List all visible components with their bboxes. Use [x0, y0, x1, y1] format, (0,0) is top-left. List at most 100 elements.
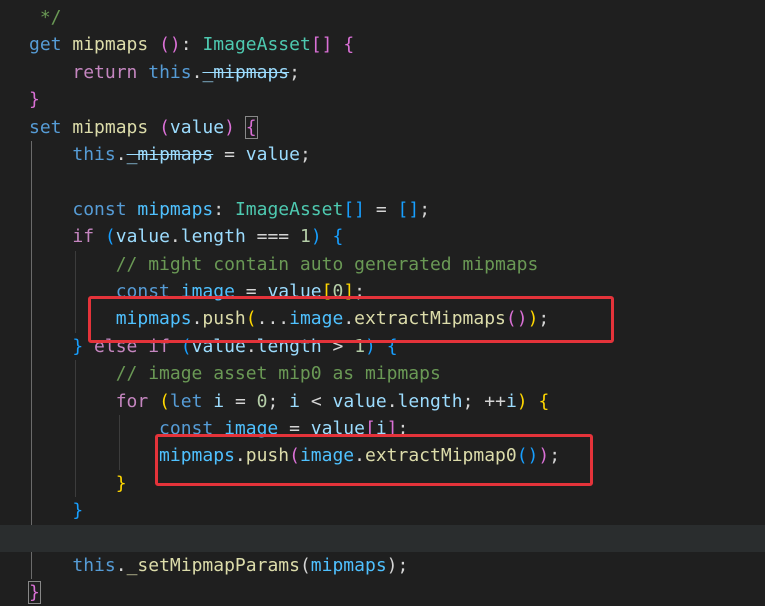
- code-token: */: [29, 7, 62, 28]
- code-token: {: [244, 115, 258, 139]
- code-token: {: [343, 34, 355, 56]
- code-token: ;: [397, 418, 409, 439]
- code-line[interactable]: [0, 524, 765, 552]
- code-token: (: [245, 308, 257, 330]
- code-line[interactable]: // might contain auto generated mipmaps: [0, 251, 765, 278]
- code-line[interactable]: this._mipmaps = value;: [0, 141, 765, 168]
- code-token: =: [278, 418, 311, 439]
- code-token: }: [28, 581, 41, 605]
- code-token: []: [397, 198, 420, 220]
- code-line[interactable]: for (let i = 0; i < value.length; ++i) {: [0, 388, 765, 415]
- code-token: const: [72, 198, 127, 220]
- code-token: ): [310, 226, 322, 248]
- code-token: ): [538, 445, 550, 467]
- code-token: }: [72, 500, 84, 522]
- code-token: {: [332, 226, 344, 248]
- code-token: [: [364, 418, 376, 439]
- code-line[interactable]: const mipmaps: ImageAsset[] = [];: [0, 196, 765, 223]
- code-token: image: [180, 281, 235, 302]
- code-token: mipmaps: [159, 445, 235, 467]
- code-token: this: [148, 61, 192, 83]
- code-token: {: [386, 335, 398, 357]
- code-line[interactable]: }: [0, 497, 765, 524]
- code-line[interactable]: return this._mipmaps;: [0, 59, 765, 86]
- code-line[interactable]: }: [0, 86, 765, 113]
- code-line[interactable]: */: [0, 4, 765, 31]
- code-line[interactable]: set mipmaps (value) {: [0, 114, 765, 141]
- code-token: value: [310, 418, 365, 439]
- code-token: i: [505, 390, 517, 412]
- code-token: const: [115, 281, 170, 302]
- code-token: (: [159, 116, 170, 138]
- code-token: (): [505, 308, 528, 330]
- code-line[interactable]: }: [0, 579, 765, 606]
- code-token: // might contain auto generated mipmaps: [115, 253, 539, 275]
- code-token: ;: [397, 555, 409, 576]
- code-token: ): [224, 116, 235, 138]
- code-token: .: [169, 226, 181, 248]
- code-token: i: [289, 390, 300, 412]
- code-token: =: [365, 198, 398, 220]
- code-token: image: [224, 418, 279, 439]
- code-line[interactable]: mipmaps.push(...image.extractMipmaps());: [0, 305, 765, 332]
- code-token: <: [300, 390, 333, 412]
- code-token: ): [516, 390, 528, 412]
- code-token: value: [267, 281, 322, 302]
- code-token: _setMipmapParams: [126, 555, 300, 576]
- code-token: ;: [289, 61, 300, 83]
- code-token: mipmaps: [137, 198, 214, 220]
- code-line[interactable]: } else if (value.length > 1) {: [0, 333, 765, 360]
- code-line[interactable]: this._setMipmapParams(mipmaps);: [0, 552, 765, 579]
- code-line[interactable]: [0, 168, 765, 195]
- code-token: this: [72, 144, 116, 165]
- code-token: (): [159, 34, 181, 56]
- code-line[interactable]: mipmaps.push(image.extractMipmap0());: [0, 442, 765, 469]
- code-token: (): [516, 445, 539, 467]
- code-token: ;: [419, 198, 431, 220]
- code-token: []: [310, 34, 333, 56]
- code-token: .: [191, 61, 203, 83]
- code-token: }: [115, 472, 127, 494]
- code-line[interactable]: }: [0, 470, 765, 497]
- code-token: =: [224, 390, 257, 412]
- code-line[interactable]: const image = value[0];: [0, 278, 765, 305]
- code-line[interactable]: const image = value[i];: [0, 415, 765, 442]
- code-token: let: [169, 390, 203, 412]
- code-token: {: [538, 390, 550, 412]
- code-token: :: [213, 198, 235, 220]
- code-token: [: [321, 281, 333, 302]
- code-token: _mipmaps: [126, 144, 214, 165]
- code-token: value: [115, 226, 170, 248]
- code-token: .: [115, 144, 127, 165]
- code-token: length: [397, 390, 463, 412]
- code-token: .: [191, 308, 203, 330]
- code-editor[interactable]: */ get mipmaps (): ImageAsset[] { return …: [0, 0, 765, 605]
- code-token: (: [180, 335, 192, 357]
- code-token: ;: [354, 281, 365, 302]
- code-line[interactable]: if (value.length === 1) {: [0, 223, 765, 250]
- code-token: value: [332, 390, 387, 412]
- code-line[interactable]: get mipmaps (): ImageAsset[] {: [0, 31, 765, 58]
- code-line[interactable]: // image asset mip0 as mipmaps: [0, 360, 765, 387]
- code-token: ]: [386, 418, 398, 439]
- code-token: }: [72, 335, 84, 357]
- code-token: (: [289, 445, 300, 467]
- code-token: ): [365, 335, 376, 357]
